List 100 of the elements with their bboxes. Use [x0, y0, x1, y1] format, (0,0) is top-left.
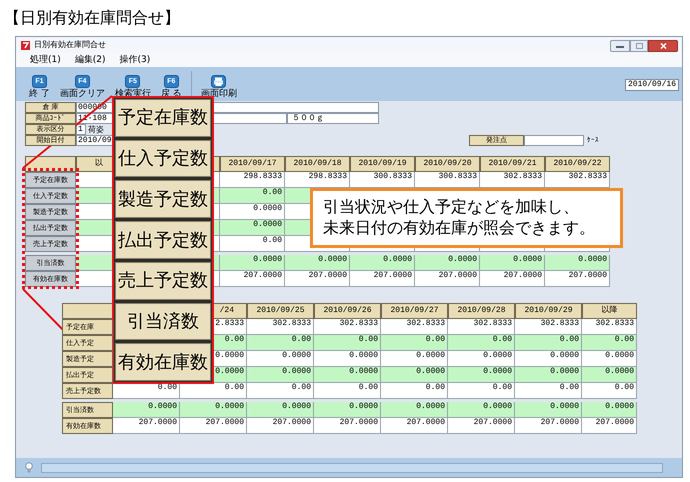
option-text: 荷姿	[88, 124, 104, 134]
table-cell: 0.00	[247, 335, 314, 351]
table-cell: 207.0000	[285, 271, 350, 287]
callout-text: 未来日付の有効在庫が照会できます。	[323, 217, 595, 238]
table-cell: 0.00	[314, 383, 381, 399]
table-cell: 302.8333	[314, 319, 381, 335]
callout-label: 払出予定数	[115, 221, 211, 259]
table-cell: 298.8333	[220, 172, 285, 188]
column-header: 2010/09/22	[545, 156, 610, 172]
table-cell: 0.0000	[113, 402, 180, 418]
date-field[interactable]: 2010/09/16	[625, 79, 679, 91]
column-header: 2010/09/18	[285, 156, 350, 172]
table-cell: 207.0000	[545, 271, 610, 287]
table-cell: 302.8333	[480, 172, 545, 188]
column-header: 以降	[582, 303, 637, 319]
menu-item[interactable]: 処理(1)	[30, 54, 61, 66]
maximize-icon	[636, 43, 642, 49]
window-title: 日別有効在庫問合せ	[34, 40, 106, 50]
table-cell: 0.0000	[285, 255, 350, 271]
table-cell: 0.0000	[515, 351, 582, 367]
table-cell: 0.0000	[381, 402, 448, 418]
page-heading: 【日別有効在庫問合せ】	[4, 8, 180, 27]
table-cell: 302.8333	[247, 319, 314, 335]
table-cell: 0.0000	[448, 351, 515, 367]
minimize-button[interactable]	[610, 40, 630, 52]
input-field[interactable]: 1	[76, 124, 86, 135]
table-cell: 207.0000	[314, 418, 381, 434]
table-cell: 0.00	[220, 188, 285, 204]
close-button[interactable]	[648, 40, 678, 52]
column-header: 2010/09/25	[247, 303, 314, 319]
table-cell: 207.0000	[113, 418, 180, 434]
table-cell: 0.00	[582, 383, 637, 399]
table-cell: 0.0000	[381, 351, 448, 367]
table-cell: 0.0000	[515, 402, 582, 418]
table-cell: 302.8333	[515, 319, 582, 335]
column-header: 2010/09/29	[515, 303, 582, 319]
table-cell: 0.0000	[448, 367, 515, 383]
menu-item[interactable]: 操作(3)	[120, 54, 150, 66]
table-cell: 0.00	[582, 335, 637, 351]
table-cell: 207.0000	[247, 418, 314, 434]
callout-label: 売上予定数	[115, 262, 211, 300]
callout-label: 製造予定数	[115, 180, 211, 218]
table-cell: 0.0000	[247, 367, 314, 383]
column-header: 2010/09/19	[350, 156, 415, 172]
table-cell: 298.8333	[285, 172, 350, 188]
table-cell: 207.0000	[381, 418, 448, 434]
column-header: 2010/09/28	[448, 303, 515, 319]
table-cell: 0.00	[448, 383, 515, 399]
table-cell: 0.0000	[515, 367, 582, 383]
callout-text: 引当状況や仕入予定などを加味し、	[323, 196, 579, 217]
minimize-icon	[616, 44, 624, 48]
table-cell: 0.0000	[448, 402, 515, 418]
table-cell: 0.0000	[314, 351, 381, 367]
table-cell: 207.0000	[220, 271, 285, 287]
column-header: 2010/09/26	[314, 303, 381, 319]
table-cell: 0.0000	[247, 351, 314, 367]
table-cell: 0.0000	[582, 402, 637, 418]
column-header: 2010/09/17	[220, 156, 285, 172]
table-cell: 0.0000	[314, 402, 381, 418]
table-cell: 302.8333	[582, 319, 637, 335]
table-cell: 0.0000	[180, 402, 247, 418]
table-cell: 302.8333	[448, 319, 515, 335]
menu-item[interactable]: 編集(2)	[74, 54, 106, 66]
table-cell: 0.0000	[220, 220, 285, 236]
table-cell: 0.00	[180, 383, 247, 399]
table-cell: 0.00	[448, 335, 515, 351]
table-cell: 0.0000	[381, 367, 448, 383]
table-cell: 207.0000	[448, 418, 515, 434]
input-field[interactable]: ５００ｇ	[287, 113, 379, 124]
table-cell: 0.00	[381, 383, 448, 399]
table-cell: 302.8333	[545, 172, 610, 188]
table-cell: 0.0000	[350, 255, 415, 271]
table-cell: 300.8333	[415, 172, 480, 188]
close-icon	[660, 43, 666, 49]
input-field[interactable]	[524, 135, 584, 146]
printer-icon	[211, 75, 226, 88]
table-cell: 0.00	[381, 335, 448, 351]
table-cell: 0.0000	[314, 367, 381, 383]
table-cell: 0.00	[515, 335, 582, 351]
app-logo-icon	[21, 40, 30, 50]
callout-label: 予定在庫数	[115, 99, 211, 137]
table-cell: 0.0000	[220, 255, 285, 271]
table-cell: 0.0000	[480, 255, 545, 271]
table-cell: 207.0000	[180, 418, 247, 434]
table-cell: 0.0000	[582, 351, 637, 367]
table-cell: 207.0000	[515, 418, 582, 434]
table-cell: 0.00	[247, 383, 314, 399]
header-cell	[62, 303, 113, 319]
table-cell: 0.00	[220, 236, 285, 252]
column-header: 2010/09/27	[381, 303, 448, 319]
table-cell: 0.00	[515, 383, 582, 399]
lightbulb-icon	[25, 462, 33, 473]
table-cell: 0.0000	[582, 367, 637, 383]
table-cell: 207.0000	[350, 271, 415, 287]
table-cell: 300.8333	[350, 172, 415, 188]
table-cell: 207.0000	[582, 418, 637, 434]
column-header: 2010/09/21	[480, 156, 545, 172]
table-cell: 207.0000	[415, 271, 480, 287]
callout-label: 有効在庫数	[115, 343, 211, 382]
table-cell: 207.0000	[480, 271, 545, 287]
